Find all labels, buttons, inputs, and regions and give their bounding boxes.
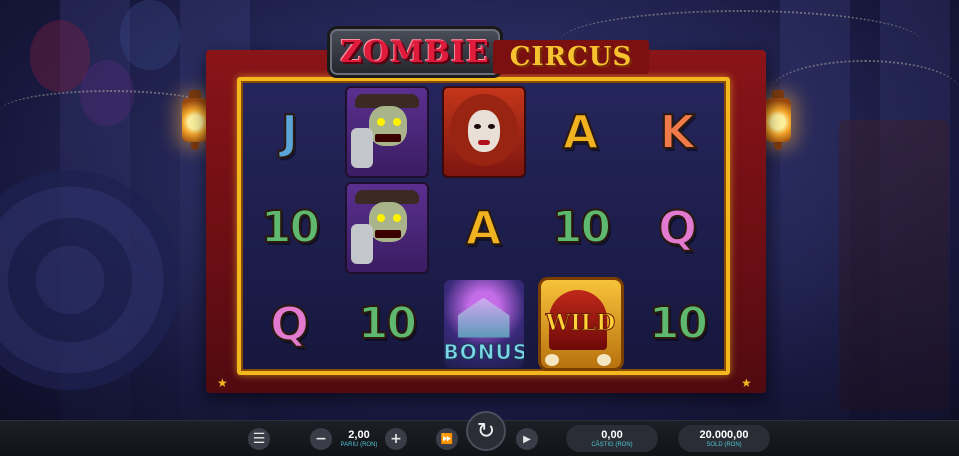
reel-3-row-3: BONUS — [435, 276, 532, 371]
lantern-left-icon — [182, 90, 208, 150]
reel-4-row-3: WILD — [532, 276, 629, 371]
mouth-shape — [374, 133, 401, 142]
reel-3-row-2: A — [435, 180, 532, 275]
skull-icon — [596, 353, 611, 366]
bet-label: PARIU (RON) — [340, 441, 378, 448]
symbol-10: 10 — [260, 201, 321, 253]
symbol-q: Q — [269, 296, 310, 351]
reel-4-row-2: 10 — [532, 180, 629, 275]
minus-icon: − — [315, 431, 327, 447]
star-icon: ★ — [217, 376, 228, 390]
spin-button[interactable]: ↻ — [466, 411, 506, 451]
reel-3-row-1 — [435, 84, 532, 179]
reel-1-row-1: J — [241, 84, 338, 179]
carousel-tent-shape — [457, 297, 510, 338]
reel-2-row-3: 10 — [338, 276, 435, 371]
symbol-10: 10 — [357, 297, 418, 349]
knife-target-decoration — [0, 170, 180, 390]
wild-symbol-icon: WILD — [537, 276, 624, 371]
fast-forward-icon: ⏩ — [440, 433, 454, 445]
lips-shape — [477, 139, 490, 145]
logo-plate: ZOMBIE — [327, 26, 503, 78]
hand-shape — [350, 223, 373, 264]
reel-5-row-2: Q — [629, 180, 726, 275]
reel-1-row-3: Q — [241, 276, 338, 371]
zombie-ringmaster-symbol-icon — [344, 85, 429, 178]
lantern-right-icon — [765, 90, 791, 150]
logo-word-zombie: ZOMBIE — [340, 34, 490, 70]
reel-5-row-3: 10 — [629, 276, 726, 371]
reel-2-row-1 — [338, 84, 435, 179]
balloon-decoration — [120, 0, 180, 70]
plus-icon: + — [390, 431, 402, 447]
logo-word-circus: CIRCUS — [509, 42, 633, 72]
reel-2-row-2 — [338, 180, 435, 275]
reel-4-row-1: A — [532, 84, 629, 179]
hand-shape — [350, 127, 373, 168]
win-value: 0,00 — [601, 428, 623, 441]
zombie-lady-symbol-icon — [441, 85, 526, 178]
eye-shape — [487, 123, 495, 129]
symbol-10: 10 — [648, 297, 709, 349]
symbol-k: K — [659, 104, 697, 159]
reel-1-row-2: 10 — [241, 180, 338, 275]
symbol-10: 10 — [551, 201, 612, 253]
star-icon: ★ — [741, 376, 752, 390]
balance-label: SOLD (RON) — [706, 441, 742, 448]
win-display: 0,00 CÂȘTIG (RON) — [566, 425, 658, 452]
menu-icon: ☰ — [252, 431, 266, 447]
eye-shape — [473, 123, 481, 129]
bet-increase-button[interactable]: + — [385, 428, 407, 450]
symbol-q: Q — [657, 200, 698, 255]
eye-shape — [376, 117, 385, 126]
wild-label: WILD — [545, 309, 616, 336]
eye-shape — [392, 213, 401, 222]
bonus-symbol-icon: BONUS — [443, 279, 524, 368]
eye-shape — [392, 117, 401, 126]
string-lights — [770, 60, 959, 122]
symbol-a: A — [562, 104, 600, 159]
symbol-j: J — [280, 104, 299, 159]
spin-icon: ↻ — [476, 418, 496, 444]
autoplay-button[interactable]: ⏩ — [436, 428, 458, 450]
bet-value: 2,00 — [348, 428, 370, 441]
balance-display: 20.000,00 SOLD (RON) — [678, 425, 770, 452]
menu-button[interactable]: ☰ — [248, 428, 270, 450]
eye-shape — [376, 213, 385, 222]
bet-decrease-button[interactable]: − — [310, 428, 332, 450]
play-button[interactable]: ▶ — [516, 428, 538, 450]
balance-value: 20.000,00 — [699, 428, 749, 441]
mouth-shape — [374, 229, 401, 238]
reel-5-row-1: K — [629, 84, 726, 179]
reel-grid: J 10 Q 10 A BONUS A 10 WILD K Q 10 — [241, 84, 726, 371]
win-label: CÂȘTIG (RON) — [591, 441, 633, 448]
logo-banner: CIRCUS — [493, 40, 649, 74]
face-shape — [467, 109, 500, 152]
game-logo: ZOMBIE CIRCUS — [305, 22, 655, 82]
symbol-a: A — [465, 200, 503, 255]
play-icon: ▶ — [523, 433, 531, 445]
booth-decoration — [839, 120, 949, 410]
skull-icon — [544, 353, 559, 366]
zombie-ringmaster-symbol-icon — [344, 181, 429, 274]
bonus-label: BONUS — [443, 339, 524, 364]
bet-display: 2,00 PARIU (RON) — [336, 425, 382, 452]
